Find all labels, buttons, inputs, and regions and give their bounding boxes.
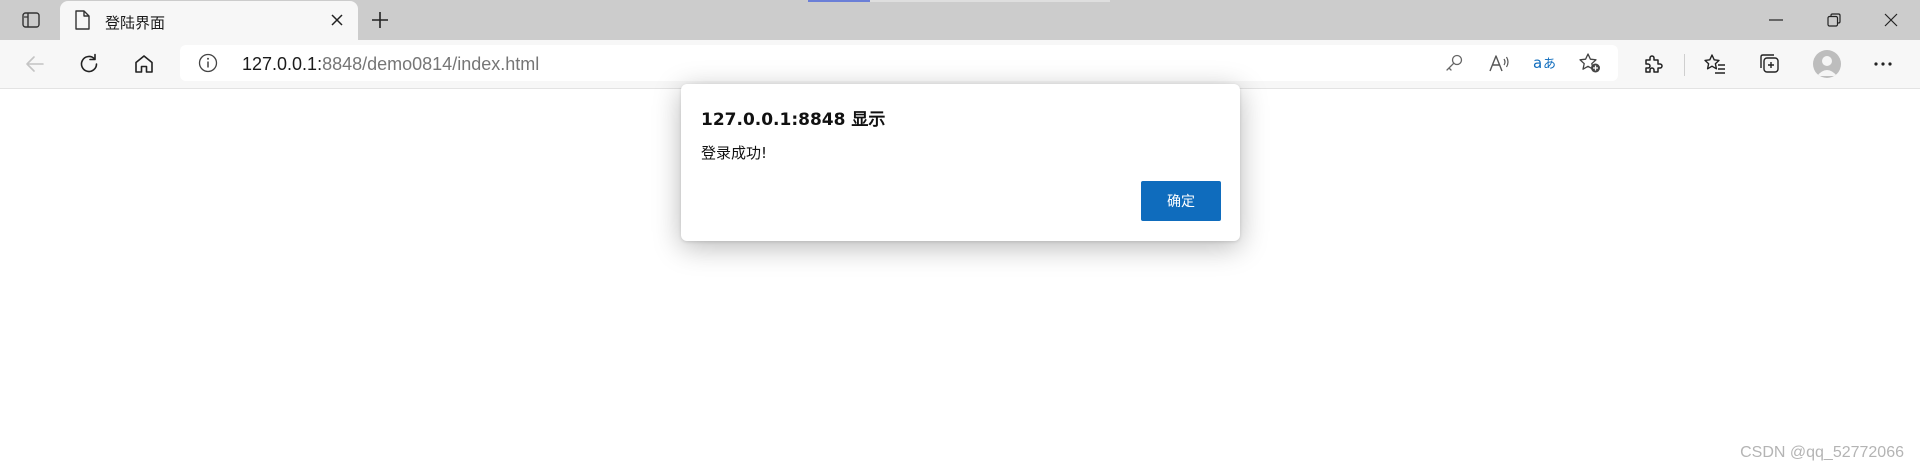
url-text[interactable]: 127.0.0.1:8848/demo0814/index.html [242, 54, 539, 75]
svg-text:あ: あ [1543, 57, 1556, 72]
extensions-icon[interactable] [1636, 48, 1670, 80]
restore-icon[interactable] [1805, 0, 1863, 40]
ok-button[interactable]: 确定 [1141, 181, 1221, 221]
add-favorite-icon[interactable] [1576, 51, 1604, 75]
url-path: 8848/demo0814/index.html [322, 54, 540, 74]
close-icon[interactable] [326, 9, 348, 31]
toolbar: 127.0.0.1:8848/demo0814/index.html aあ [0, 40, 1920, 89]
favorites-icon[interactable] [1698, 48, 1732, 80]
more-icon[interactable] [1866, 48, 1900, 80]
svg-text:a: a [1533, 54, 1542, 72]
refresh-icon[interactable] [72, 48, 106, 80]
address-bar[interactable]: 127.0.0.1:8848/demo0814/index.html aあ [180, 45, 1618, 81]
tab-strip-accent-secondary [870, 0, 1110, 2]
back-icon[interactable] [18, 48, 52, 80]
dialog-title: 127.0.0.1:8848 显示 [701, 110, 886, 130]
collections-icon[interactable] [1753, 48, 1787, 80]
new-tab-icon[interactable] [366, 6, 394, 34]
key-icon[interactable] [1440, 51, 1468, 75]
translate-icon[interactable]: aあ [1531, 51, 1559, 75]
tab-title: 登陆界面 [105, 14, 166, 32]
read-aloud-icon[interactable] [1486, 51, 1514, 75]
profile-icon[interactable] [1813, 50, 1841, 78]
window-close-icon[interactable] [1862, 0, 1920, 40]
page-icon [74, 10, 90, 30]
tab-strip: 登陆界面 [0, 0, 1920, 40]
tab-actions-icon [22, 12, 40, 28]
tab-actions-button[interactable] [10, 4, 52, 36]
minimize-icon[interactable] [1747, 0, 1805, 40]
toolbar-separator [1684, 54, 1685, 76]
dialog-message: 登录成功! [701, 144, 768, 162]
tab-active[interactable]: 登陆界面 [60, 1, 358, 40]
home-icon[interactable] [127, 48, 161, 80]
info-icon[interactable] [198, 53, 218, 73]
watermark: CSDN @qq_52772066 [1740, 444, 1904, 461]
alert-dialog: 127.0.0.1:8848 显示 登录成功! 确定 [681, 84, 1240, 241]
url-host: 127.0.0.1: [242, 54, 323, 74]
tab-strip-accent [808, 0, 870, 2]
